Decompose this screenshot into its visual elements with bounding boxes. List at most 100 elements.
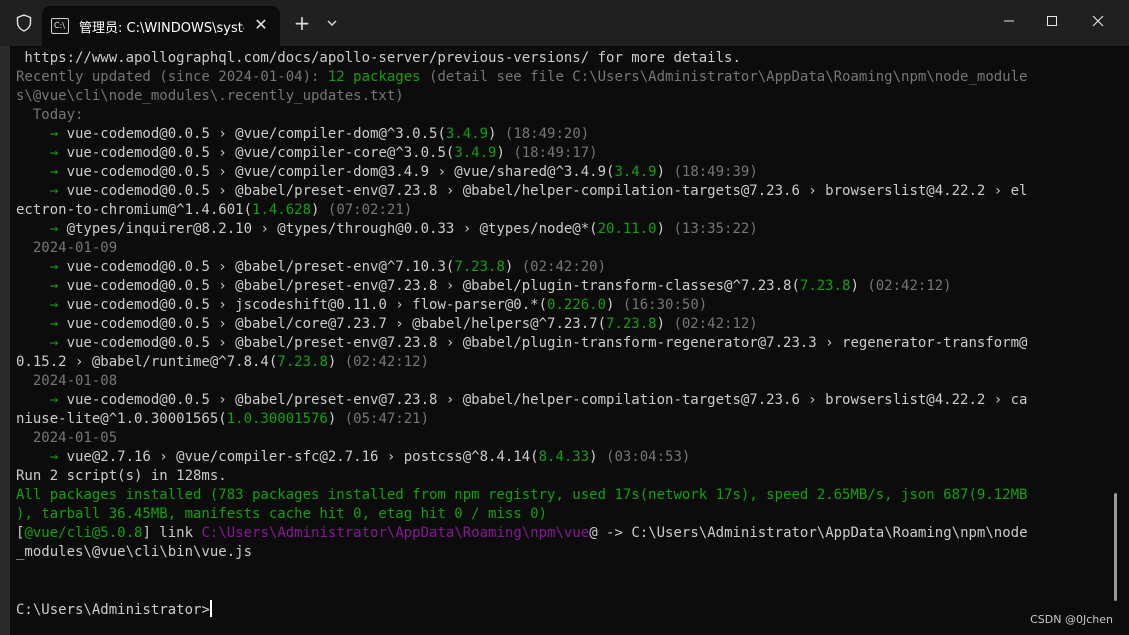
terminal-text: niuse-lite@^1.0.30001565( <box>16 411 227 427</box>
terminal-line: 0.15.2 › @babel/runtime@^7.8.4(7.23.8) (… <box>16 353 1111 372</box>
terminal-text: Run 2 script(s) in 128ms. <box>16 468 227 484</box>
terminal-text: vue-codemod@0.0.5 › @babel/core@7.23.7 ›… <box>66 316 607 332</box>
terminal-text: 7.23.8 <box>454 259 505 275</box>
terminal-text: 1.4.628 <box>252 202 312 218</box>
terminal-text: ) <box>656 164 674 180</box>
terminal-text: → <box>16 335 67 351</box>
close-icon[interactable]: ✕ <box>252 16 270 34</box>
terminal-line: → vue-codemod@0.0.5 › @babel/preset-env@… <box>16 182 1111 201</box>
terminal-text: ) <box>656 221 674 237</box>
terminal-text: (05:47:21) <box>344 411 430 427</box>
terminal-text: 8.4.33 <box>538 449 590 465</box>
terminal-text: ) <box>327 354 345 370</box>
terminal-text: ) <box>589 449 607 465</box>
terminal-text: (detail see file C:\Users\Administrator\… <box>420 69 1028 85</box>
terminal-text: ) <box>488 126 505 142</box>
terminal-text: 12 packages <box>327 69 421 85</box>
terminal-text: vue-codemod@0.0.5 › @babel/preset-env@7.… <box>66 335 1028 351</box>
terminal-text: (02:42:20) <box>521 259 607 275</box>
background-window-edge <box>0 0 10 635</box>
maximize-icon[interactable] <box>1029 0 1075 42</box>
terminal-text: 1.0.30001576 <box>226 411 328 427</box>
tab-terminal[interactable]: C:\ 管理员: C:\WINDOWS\system ✕ <box>42 6 280 46</box>
terminal-text: 7.23.8 <box>606 316 657 332</box>
terminal-text: 7.23.8 <box>799 278 851 294</box>
title-bar: C:\ 管理员: C:\WINDOWS\system ✕ + <box>0 0 1129 46</box>
terminal-line: https://www.apollographql.com/docs/apoll… <box>16 49 1111 68</box>
terminal-line: niuse-lite@^1.0.30001565(1.0.30001576) (… <box>16 410 1111 429</box>
terminal-text: vue-codemod@0.0.5 › @vue/compiler-core@^… <box>66 145 455 161</box>
terminal-line: C:\Users\Administrator> <box>16 600 1111 619</box>
terminal-icon: C:\ <box>51 18 69 34</box>
terminal-text: (02:42:12) <box>867 278 952 294</box>
terminal-text: 3.4.9 <box>445 126 489 142</box>
terminal-text: ) <box>606 297 623 313</box>
terminal-text: → <box>16 392 67 408</box>
chevron-down-icon[interactable] <box>322 13 342 33</box>
terminal-text: vue-codemod@0.0.5 › jscodeshift@0.11.0 ›… <box>66 297 548 313</box>
terminal-text: ) <box>850 278 868 294</box>
terminal-text: @vue/cli@5.0.8 <box>24 525 143 541</box>
terminal-text: ] link <box>142 525 202 541</box>
terminal-text: → <box>16 145 67 161</box>
terminal-text: (18:49:39) <box>673 164 758 180</box>
watermark: CSDN @0Jchen <box>1030 613 1113 626</box>
terminal-line: Recently updated (since 2024-01-04): 12 … <box>16 68 1111 87</box>
terminal-text: vue-codemod@0.0.5 › @babel/preset-env@^7… <box>66 259 455 275</box>
terminal-line: 2024-01-08 <box>16 372 1111 391</box>
terminal-line: → vue-codemod@0.0.5 › @babel/preset-env@… <box>16 277 1111 296</box>
terminal-line: [@vue/cli@5.0.8] link C:\Users\Administr… <box>16 524 1111 543</box>
terminal-line: s\@vue\cli\node_modules\.recently_update… <box>16 87 1111 106</box>
terminal-output[interactable]: https://www.apollographql.com/docs/apoll… <box>16 49 1111 619</box>
terminal-line: → vue@2.7.16 › @vue/compiler-sfc@2.7.16 … <box>16 448 1111 467</box>
text-cursor <box>209 600 212 617</box>
terminal-line: → vue-codemod@0.0.5 › @babel/preset-env@… <box>16 391 1111 410</box>
terminal-text: https://www.apollographql.com/docs/apoll… <box>16 50 741 66</box>
terminal-line: All packages installed (783 packages ins… <box>16 486 1111 505</box>
terminal-text: → <box>16 297 67 313</box>
terminal-text: ), tarball 36.45MB, manifests cache hit … <box>16 506 548 522</box>
terminal-line: → vue-codemod@0.0.5 › @babel/core@7.23.7… <box>16 315 1111 334</box>
plus-icon[interactable]: + <box>290 12 314 34</box>
terminal-text: → <box>16 316 67 332</box>
terminal-text: All packages installed (783 packages ins… <box>16 487 1028 503</box>
terminal-text: vue-codemod@0.0.5 › @babel/preset-env@7.… <box>66 278 800 294</box>
terminal-line: Run 2 script(s) in 128ms. <box>16 467 1111 486</box>
minimize-icon[interactable] <box>986 0 1032 42</box>
terminal-text: ) <box>504 259 522 275</box>
terminal-text: vue-codemod@0.0.5 › @vue/compiler-dom@3.… <box>66 164 615 180</box>
terminal-line: → vue-codemod@0.0.5 › jscodeshift@0.11.0… <box>16 296 1111 315</box>
terminal-text: 0.226.0 <box>547 297 607 313</box>
terminal-text: Recently updated (since 2024-01-04): <box>16 69 328 85</box>
terminal-text: 20.11.0 <box>597 221 657 237</box>
terminal-text: vue@2.7.16 › @vue/compiler-sfc@2.7.16 › … <box>66 449 539 465</box>
terminal-text: C:\Users\Administrator> <box>16 602 210 618</box>
tab-title: 管理员: C:\WINDOWS\system <box>79 20 244 36</box>
terminal-text: (02:42:12) <box>344 354 430 370</box>
terminal-text: 7.23.8 <box>277 354 328 370</box>
terminal-text: vue-codemod@0.0.5 › @babel/preset-env@7.… <box>66 183 1028 199</box>
terminal-text: _modules\@vue\cli\bin\vue.js <box>16 544 253 560</box>
terminal-text: → <box>16 221 67 237</box>
terminal-text: @ -> C:\Users\Administrator\AppData\Roam… <box>589 525 1028 541</box>
window-close-icon[interactable] <box>1075 0 1121 42</box>
terminal-text: 2024-01-09 <box>16 240 118 256</box>
shield-icon <box>16 14 32 32</box>
terminal-text: (07:02:21) <box>327 202 413 218</box>
terminal-line: → vue-codemod@0.0.5 › @vue/compiler-dom@… <box>16 125 1111 144</box>
terminal-line: → vue-codemod@0.0.5 › @vue/compiler-dom@… <box>16 163 1111 182</box>
terminal-text: 0.15.2 › @babel/runtime@^7.8.4( <box>16 354 278 370</box>
terminal-text: vue-codemod@0.0.5 › @babel/preset-env@7.… <box>66 392 1028 408</box>
terminal-text: → <box>16 183 67 199</box>
terminal-text: (18:49:17) <box>513 145 598 161</box>
terminal-text: @types/inquirer@8.2.10 › @types/through@… <box>66 221 598 237</box>
terminal-line: 2024-01-05 <box>16 429 1111 448</box>
terminal-text: ectron-to-chromium@^1.4.601( <box>16 202 253 218</box>
terminal-line: → vue-codemod@0.0.5 › @babel/preset-env@… <box>16 334 1111 353</box>
terminal-text: → <box>16 449 67 465</box>
scrollbar[interactable] <box>1114 493 1117 601</box>
terminal-text: 3.4.9 <box>614 164 657 180</box>
terminal-icon-label: C:\ <box>54 21 65 30</box>
terminal-text: → <box>16 278 67 294</box>
terminal-text: Today: <box>16 107 84 123</box>
